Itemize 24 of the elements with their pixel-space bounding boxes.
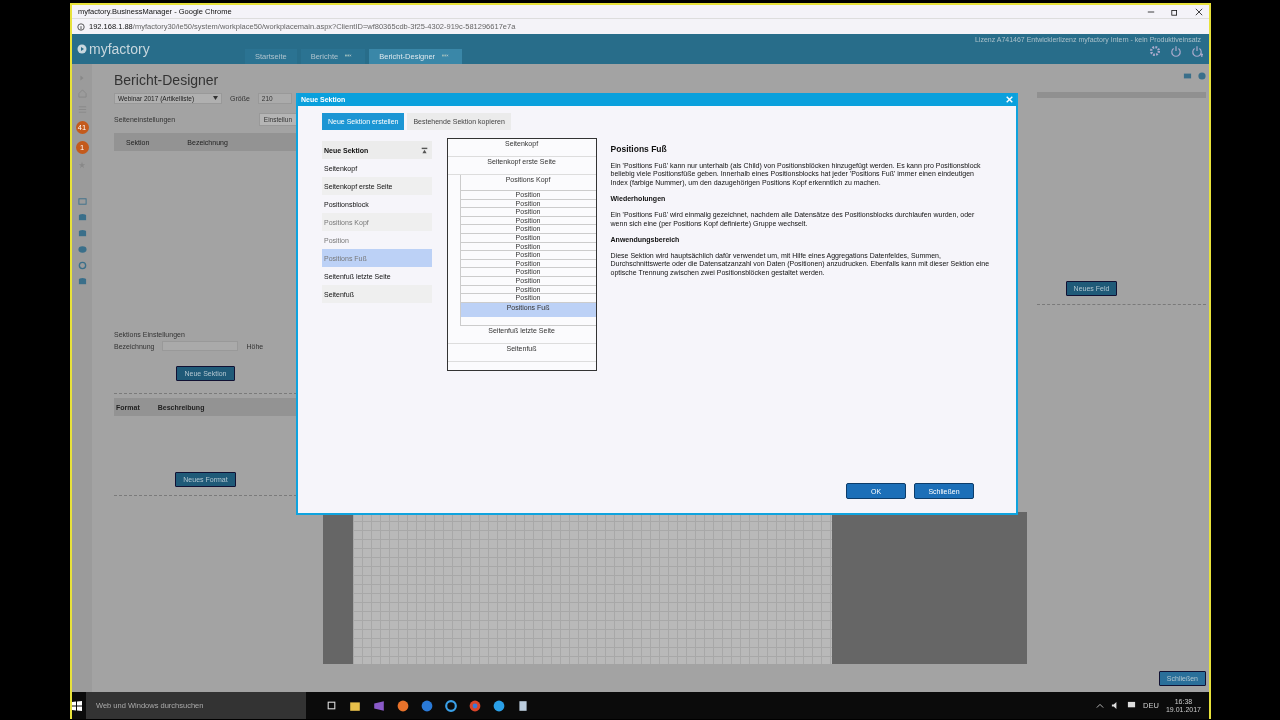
caret-icon	[213, 96, 218, 100]
message-icon	[1127, 701, 1137, 710]
chat-icon	[77, 245, 87, 254]
app-logo: myfactory	[72, 34, 242, 64]
windows-icon	[72, 700, 82, 711]
description-title: Positions Fuß	[610, 144, 668, 154]
chevron-up-icon	[1096, 701, 1105, 710]
database-icon	[77, 277, 87, 286]
database-icon	[77, 229, 87, 238]
close-icon	[1006, 96, 1013, 103]
power-icon	[1170, 45, 1182, 57]
restore-icon	[1171, 7, 1179, 16]
sort-icon	[420, 146, 428, 154]
power-icon	[1191, 45, 1203, 57]
page-title: Bericht-Designer	[114, 72, 220, 90]
task-view-icon	[326, 700, 337, 711]
database-icon	[77, 213, 87, 222]
close-icon	[1195, 7, 1203, 16]
window-icon	[77, 197, 87, 206]
settings-icon	[1149, 45, 1161, 57]
mail-icon	[1183, 72, 1192, 80]
folder-icon	[349, 699, 361, 712]
info-icon	[77, 22, 85, 31]
report-canvas[interactable]	[323, 512, 1027, 664]
